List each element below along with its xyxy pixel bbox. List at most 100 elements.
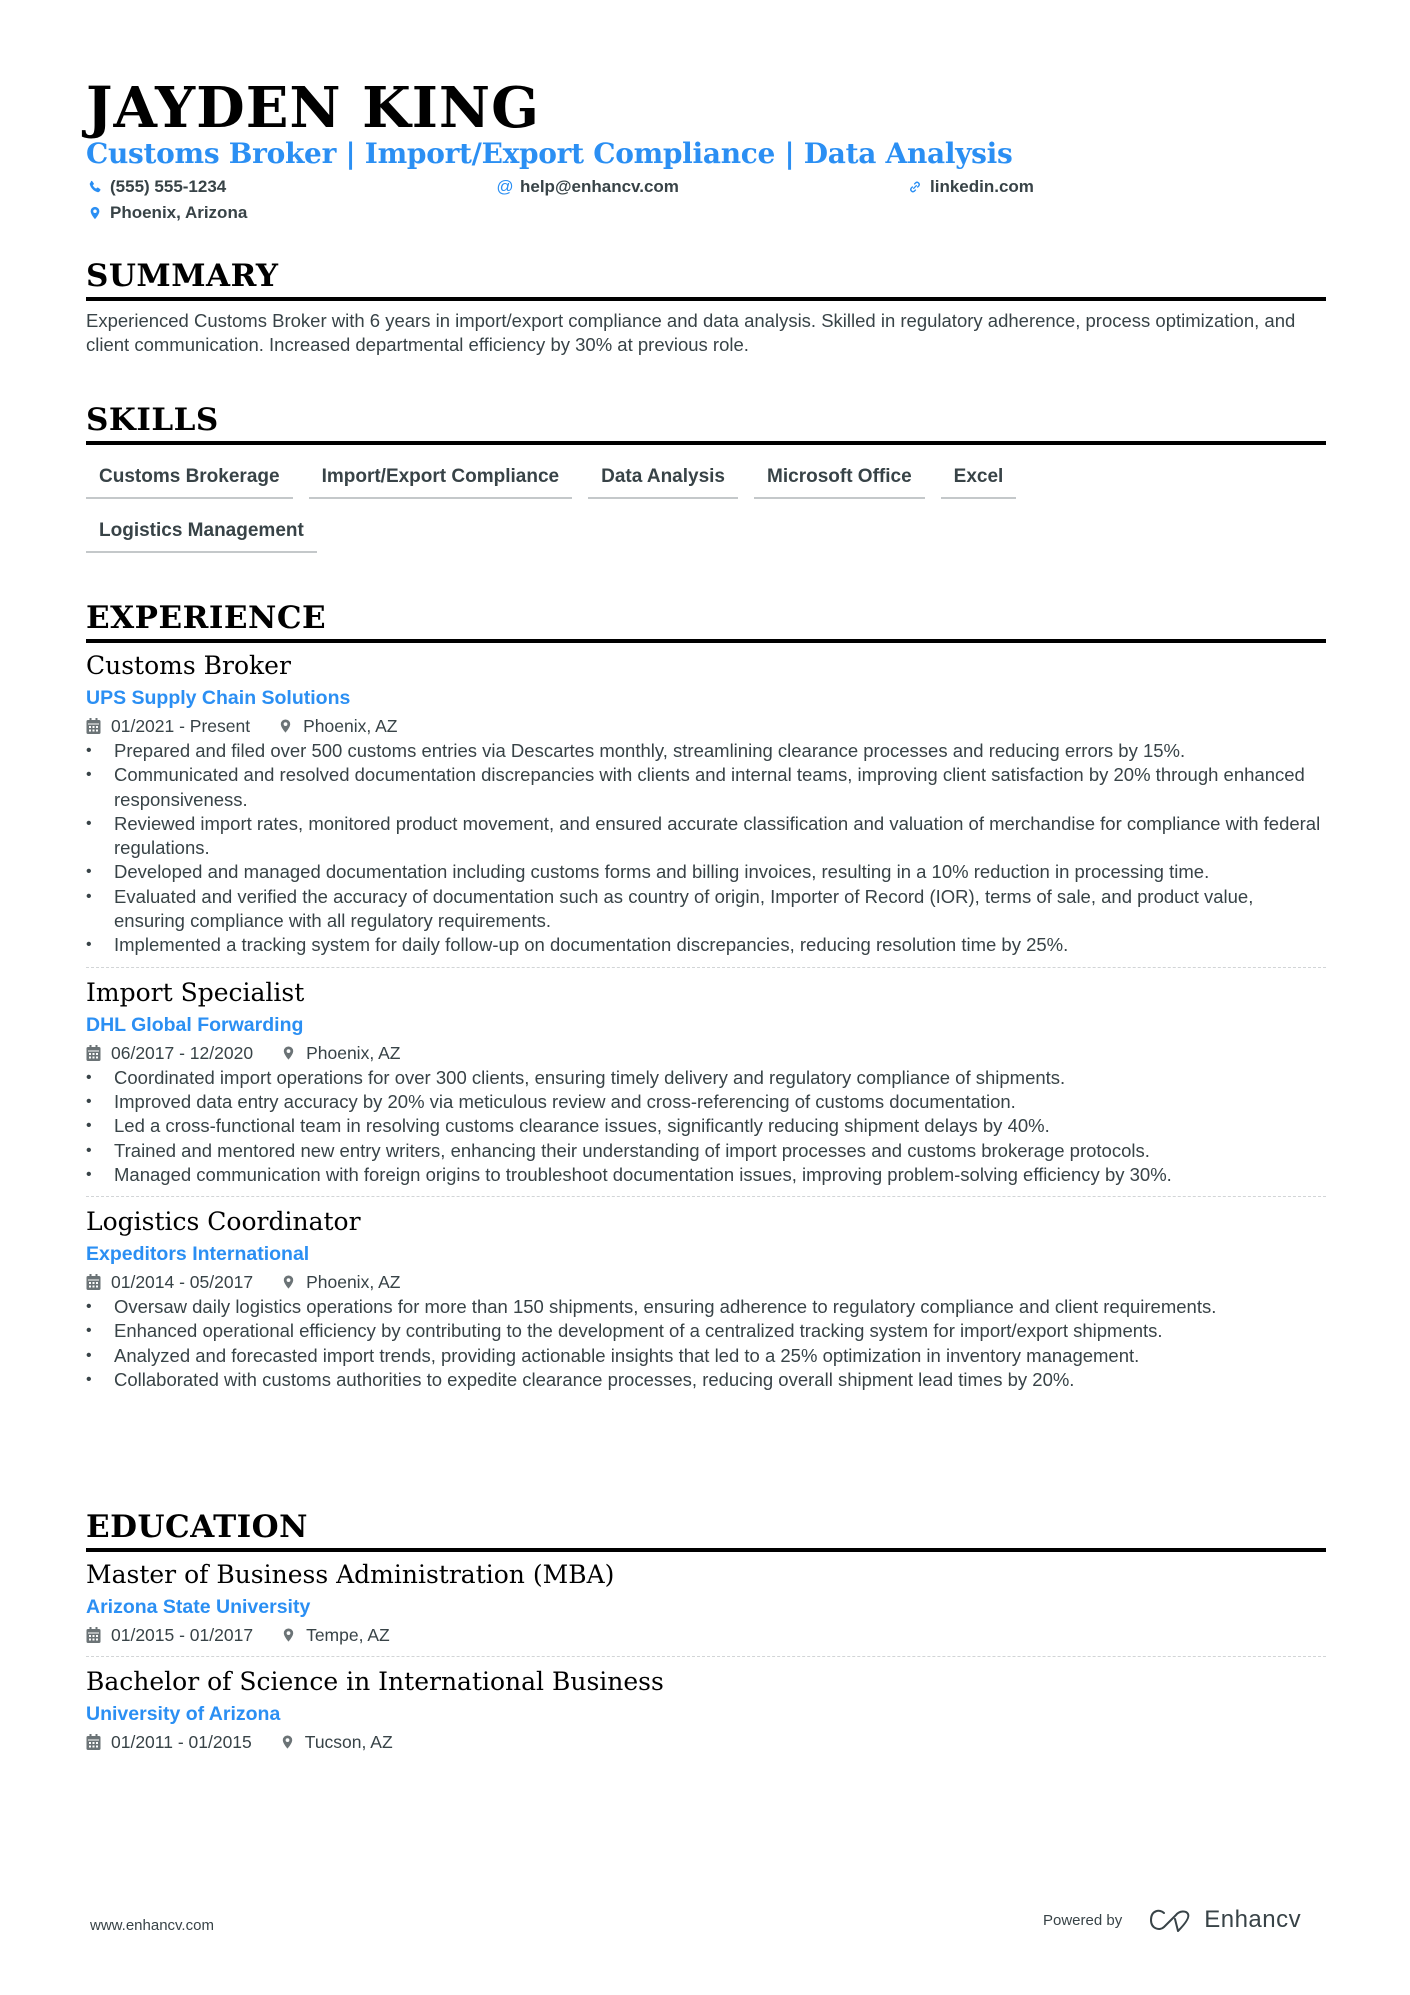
- candidate-name: JAYDEN KING: [86, 75, 540, 141]
- entry-meta: 01/2015 - 01/2017 Tempe, AZ: [86, 1623, 1326, 1647]
- education-entry: Master of Business Administration (MBA) …: [86, 1558, 1326, 1647]
- location-pin-icon: [283, 1046, 294, 1060]
- calendar-icon: [86, 1734, 101, 1750]
- bullet-item: Trained and mentored new entry writers, …: [86, 1139, 1326, 1164]
- location-pin-icon: [283, 1275, 294, 1289]
- education-section: EDUCATION Master of Business Administrat…: [86, 1508, 1326, 1754]
- experience-entry: Import Specialist DHL Global Forwarding …: [86, 976, 1326, 1188]
- entry-meta: 01/2021 - Present Phoenix, AZ: [86, 714, 1326, 738]
- skill-tag: Import/Export Compliance: [308, 459, 573, 499]
- company-name[interactable]: DHL Global Forwarding: [86, 1012, 1326, 1038]
- calendar-icon: [86, 1274, 101, 1291]
- school-location: Tempe, AZ: [306, 1625, 390, 1645]
- candidate-title: Customs Broker | Import/Export Complianc…: [86, 137, 1013, 170]
- contact-linkedin[interactable]: linkedin.com: [906, 176, 1034, 198]
- section-divider: [86, 441, 1326, 445]
- contact-location: Phoenix, Arizona: [86, 202, 247, 224]
- phone-icon: [86, 180, 104, 194]
- calendar-icon: [86, 1044, 101, 1061]
- job-title: Logistics Coordinator: [86, 1207, 361, 1237]
- entry-meta: 06/2017 - 12/2020 Phoenix, AZ: [86, 1041, 1326, 1065]
- entry-divider: [86, 1196, 1326, 1198]
- date-range: 01/2015 - 01/2017: [111, 1625, 254, 1645]
- job-location: Phoenix, AZ: [303, 716, 398, 736]
- powered-by-label: Powered by: [1043, 1911, 1123, 1929]
- bullet-item: Communicated and resolved documentation …: [86, 763, 1326, 812]
- bullet-item: Analyzed and forecasted import trends, p…: [86, 1344, 1326, 1369]
- footer-website[interactable]: www.enhancv.com: [90, 1917, 214, 1934]
- calendar-icon: [86, 1627, 101, 1643]
- bullet-item: Collaborated with customs authorities to…: [86, 1368, 1326, 1393]
- company-name[interactable]: UPS Supply Chain Solutions: [86, 685, 1326, 711]
- experience-section: EXPERIENCE Customs Broker UPS Supply Cha…: [86, 599, 1326, 1393]
- degree-title: Bachelor of Science in International Bus…: [86, 1667, 664, 1696]
- company-name[interactable]: Expeditors International: [86, 1241, 1326, 1267]
- entry-meta: 01/2014 - 05/2017 Phoenix, AZ: [86, 1270, 1326, 1294]
- bullet-item: Implemented a tracking system for daily …: [86, 933, 1326, 958]
- bullet-item: Reviewed import rates, monitored product…: [86, 812, 1326, 861]
- bullet-item: Prepared and filed over 500 customs entr…: [86, 739, 1326, 764]
- summary-heading: SUMMARY: [86, 258, 279, 294]
- location-pin-icon: [280, 719, 291, 733]
- date-range: 01/2011 - 01/2015: [111, 1732, 252, 1752]
- degree-title: Master of Business Administration (MBA): [86, 1560, 615, 1589]
- bullet-item: Managed communication with foreign origi…: [86, 1163, 1326, 1188]
- bullet-item: Coordinated import operations for over 3…: [86, 1066, 1326, 1091]
- school-name[interactable]: Arizona State University: [86, 1594, 1326, 1620]
- enhancv-logo-icon: [1150, 1909, 1190, 1932]
- location-text: Phoenix, Arizona: [110, 203, 248, 222]
- date-range: 01/2021 - Present: [111, 716, 251, 736]
- school-location: Tucson, AZ: [304, 1732, 393, 1752]
- bullet-list: Coordinated import operations for over 3…: [86, 1066, 1326, 1188]
- section-divider: [86, 639, 1326, 643]
- entry-divider: [86, 966, 1326, 968]
- bullet-list: Oversaw daily logistics operations for m…: [86, 1295, 1326, 1392]
- summary-section: SUMMARY Experienced Customs Broker with …: [86, 257, 1326, 357]
- summary-text: Experienced Customs Broker with 6 years …: [86, 310, 1296, 355]
- education-heading: EDUCATION: [86, 1509, 308, 1545]
- linkedin-url: linkedin.com: [930, 177, 1034, 196]
- at-icon: @: [496, 177, 514, 196]
- location-pin-icon: [86, 206, 104, 220]
- skill-tag: Logistics Management: [86, 513, 317, 553]
- experience-entry: Customs Broker UPS Supply Chain Solution…: [86, 649, 1326, 958]
- skill-tag: Data Analysis: [588, 459, 739, 499]
- date-range: 01/2014 - 05/2017: [111, 1272, 254, 1293]
- job-title: Import Specialist: [86, 977, 305, 1007]
- job-title: Customs Broker: [86, 651, 291, 680]
- bullet-item: Oversaw daily logistics operations for m…: [86, 1295, 1326, 1320]
- bullet-item: Enhanced operational efficiency by contr…: [86, 1319, 1326, 1344]
- skill-tag: Microsoft Office: [754, 459, 925, 499]
- phone-number: (555) 555-1234: [110, 177, 227, 196]
- skills-heading: SKILLS: [86, 402, 219, 438]
- bullet-item: Led a cross-functional team in resolving…: [86, 1114, 1326, 1139]
- bullet-list: Prepared and filed over 500 customs entr…: [86, 739, 1326, 958]
- experience-entry: Logistics Coordinator Expeditors Interna…: [86, 1205, 1326, 1392]
- contact-email[interactable]: @ help@enhancv.com: [496, 176, 679, 198]
- school-name[interactable]: University of Arizona: [86, 1701, 1326, 1727]
- footer-branding: Powered by Enhancv: [1043, 1906, 1301, 1934]
- bullet-item: Developed and managed documentation incl…: [86, 860, 1326, 885]
- job-location: Phoenix, AZ: [306, 1272, 401, 1293]
- location-pin-icon: [282, 1735, 292, 1749]
- link-icon: [906, 180, 924, 194]
- contact-phone[interactable]: (555) 555-1234: [86, 176, 226, 198]
- calendar-icon: [86, 718, 101, 734]
- bullet-item: Evaluated and verified the accuracy of d…: [86, 885, 1326, 934]
- section-divider: [86, 1548, 1326, 1552]
- job-location: Phoenix, AZ: [306, 1042, 401, 1063]
- location-pin-icon: [283, 1628, 294, 1642]
- enhancv-logo-text: Enhancv: [1204, 1906, 1302, 1933]
- skills-section: SKILLS Customs Brokerage Import/Export C…: [86, 401, 1326, 567]
- bullet-item: Improved data entry accuracy by 20% via …: [86, 1090, 1326, 1115]
- entry-meta: 01/2011 - 01/2015 Tucson, AZ: [86, 1730, 1326, 1754]
- skills-list: Customs Brokerage Import/Export Complian…: [86, 459, 1326, 567]
- education-entry: Bachelor of Science in International Bus…: [86, 1665, 1326, 1754]
- entry-divider: [86, 1656, 1326, 1657]
- skill-tag: Customs Brokerage: [86, 459, 293, 499]
- email-address: help@enhancv.com: [520, 177, 679, 196]
- experience-heading: EXPERIENCE: [86, 600, 327, 636]
- section-divider: [86, 297, 1326, 301]
- date-range: 06/2017 - 12/2020: [111, 1042, 254, 1063]
- skill-tag: Excel: [940, 459, 1017, 499]
